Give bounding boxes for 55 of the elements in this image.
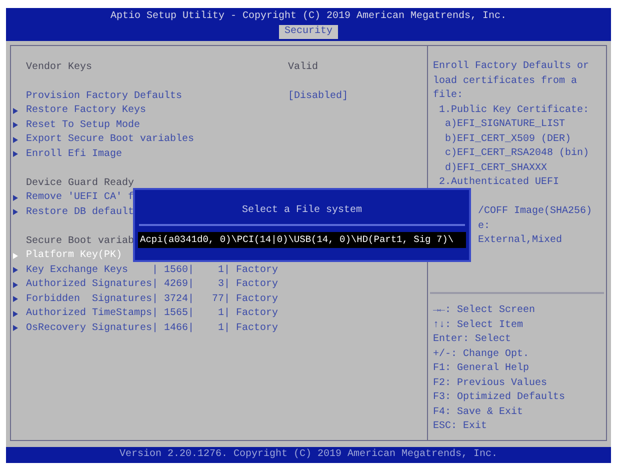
submenu-item[interactable]: Restore Factory Keys: [26, 103, 146, 118]
submenu-arrow-icon: [13, 108, 18, 114]
submenu-arrow-icon: [13, 194, 18, 201]
submenu-arrow-icon: [13, 267, 18, 274]
info-label: Vendor Keys: [26, 60, 94, 75]
file-system-option[interactable]: Acpi(a0341d0, 0)\PCI(14|0)\USB(14, 0)\HD(Part1, Sig 7)\: [138, 232, 466, 248]
key-hint: →←: Select Screen: [433, 305, 536, 316]
submenu-arrow-icon: [13, 282, 18, 288]
submenu-arrow-icon: [13, 151, 18, 158]
key-hint: F2: Previous Values: [433, 378, 548, 388]
submenu-item[interactable]: Authorized TimeStamps| 1565| 1| Factory: [26, 306, 278, 322]
info-label: Secure Boot variab: [26, 234, 134, 249]
help-text: /COFF Image(SHA256): [478, 206, 592, 217]
help-text: load certificates from a: [433, 76, 578, 86]
help-text: e:: [478, 220, 490, 232]
key-hint: +/-: Change Opt.: [433, 348, 530, 360]
submenu-item[interactable]: Export Secure Boot variables: [26, 132, 194, 148]
submenu-arrow-icon: [13, 325, 18, 332]
window-title: Aptio Setup Utility - Copyright (C) 2019 American Megatrends, Inc.: [110, 10, 507, 24]
submenu-item[interactable]: Key Exchange Keys | 1560| 1| Factory: [26, 262, 278, 278]
help-text: b)EFI_CERT_X509 (DER): [444, 134, 572, 144]
submenu-arrow-icon: [13, 310, 18, 317]
submenu-arrow-icon: [13, 122, 18, 128]
help-text: 1.Public Key Certificate:: [438, 104, 590, 116]
help-text: a)EFI_SIGNATURE_LIST: [444, 119, 566, 130]
submenu-arrow-icon: [13, 136, 18, 143]
submenu-item[interactable]: Remove 'UEFI CA' f: [26, 190, 134, 206]
submenu-item[interactable]: Enroll Efi Image: [26, 146, 122, 162]
key-hint: ↑↓: Select Item: [433, 320, 524, 330]
submenu-item[interactable]: Reset To Setup Mode: [26, 118, 140, 133]
submenu-arrow-icon: [13, 296, 18, 302]
key-hint: F1: General Help: [433, 363, 530, 374]
key-hint: F4: Save & Exit: [433, 406, 524, 418]
info-label: Device Guard Ready: [26, 176, 134, 191]
submenu-item[interactable]: Restore DB default: [26, 204, 134, 220]
footer-bar: Version 2.20.1276. Copyright (C) 2019 American Megatrends, Inc.: [6, 447, 611, 463]
setting-value[interactable]: [Disabled]: [288, 88, 348, 104]
help-text: Enroll Factory Defaults or: [433, 61, 590, 72]
submenu-arrow-icon: [13, 252, 18, 259]
submenu-item[interactable]: Authorized Signatures| 4269| 3| Factory: [26, 277, 278, 292]
dialog-title: Select a File system: [242, 204, 362, 218]
info-value: Valid: [288, 60, 318, 75]
help-text: c)EFI_CERT_RSA2048 (bin): [444, 148, 590, 159]
submenu-item[interactable]: OsRecovery Signatures| 1466| 1| Factory: [26, 320, 278, 336]
help-text: d)EFI_CERT_SHAXXX: [444, 162, 548, 174]
help-text: file:: [433, 90, 464, 101]
setting-label[interactable]: Provision Factory Defaults: [26, 88, 288, 104]
submenu-item[interactable]: Forbidden Signatures| 3724| 77| Factory: [26, 292, 278, 307]
menu-tab[interactable]: Security: [279, 25, 338, 39]
help-text: 2.Authenticated UEFI: [438, 177, 560, 188]
help-text: External,Mixed: [478, 235, 562, 246]
key-hint: Enter: Select: [433, 334, 512, 345]
key-hint: ESC: Exit: [433, 421, 488, 432]
key-hint: F3: Optimized Defaults: [433, 392, 566, 403]
submenu-arrow-icon: [13, 209, 18, 216]
